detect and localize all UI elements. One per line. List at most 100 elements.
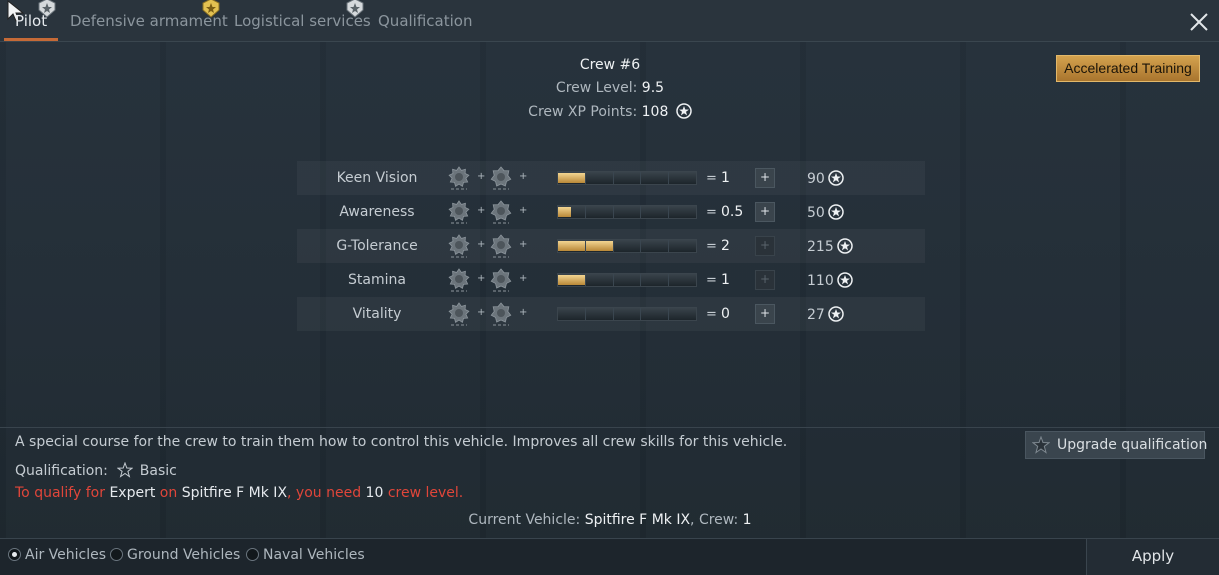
radio-air-vehicles[interactable]: Air Vehicles — [8, 547, 106, 563]
skill-progress-fill — [558, 207, 572, 217]
crew-level-value: 9.5 — [641, 80, 665, 96]
skill-progress-segment — [641, 274, 670, 286]
ace-medal-icon — [448, 302, 470, 326]
skill-row: G-Tolerance + + = 2 +215 — [297, 229, 925, 263]
skill-cost-value: 215 — [807, 239, 834, 255]
increase-skill-button[interactable]: + — [755, 304, 775, 324]
crew-xp-icon — [676, 103, 692, 119]
radio-dot — [110, 548, 123, 561]
skill-cost-value: 27 — [807, 307, 825, 323]
skill-progress-segment — [558, 274, 586, 286]
skill-progress-fill — [558, 241, 585, 251]
expert-medal-icon — [490, 302, 512, 326]
close-icon[interactable] — [1187, 10, 1211, 34]
upgrade-qualification-button[interactable]: Upgrade qualification — [1025, 431, 1208, 459]
skill-progress-segment — [585, 274, 614, 286]
skill-progress-segment — [669, 308, 696, 320]
skill-progress-segment — [641, 206, 670, 218]
tab-qualification[interactable]: Qualification — [378, 12, 472, 30]
skill-progress-segment — [641, 308, 670, 320]
crew-xp-icon — [828, 170, 844, 186]
req-text: To qualify for — [15, 485, 105, 501]
skill-cost: 110 — [807, 272, 853, 289]
ace-medal-icon — [448, 234, 470, 258]
skill-cost: 215 — [807, 238, 853, 255]
req-vehicle: Spitfire F Mk IX — [181, 485, 288, 501]
skill-row: Stamina + + = 1 +110 — [297, 263, 925, 297]
skill-progress-bar — [557, 205, 697, 219]
skill-progress-segment — [613, 206, 642, 218]
crew-xp: Crew XP Points: 108 — [430, 103, 790, 120]
ace-medal-icon — [448, 166, 470, 190]
skill-progress-segment — [669, 206, 696, 218]
ace-medal-icon — [448, 268, 470, 292]
qualification-requirement: To qualify for Expert on Spitfire F Mk I… — [15, 485, 463, 501]
skill-progress-fill — [585, 241, 613, 251]
skill-name: Awareness — [339, 204, 415, 220]
skill-progress-segment — [669, 240, 696, 252]
increase-skill-button[interactable]: + — [755, 270, 775, 290]
accelerated-training-button[interactable]: Accelerated Training — [1056, 55, 1200, 82]
req-target: Expert — [109, 485, 156, 501]
req-level: 10 — [365, 485, 384, 501]
equals-sign: = — [706, 171, 717, 186]
radio-label: Naval Vehicles — [263, 547, 365, 563]
skill-progress-segment — [558, 240, 586, 252]
radio-ground-vehicles[interactable]: Ground Vehicles — [110, 547, 240, 563]
radio-naval-vehicles[interactable]: Naval Vehicles — [246, 547, 365, 563]
skill-progress-fill — [558, 173, 585, 183]
expert-medal-icon — [490, 234, 512, 258]
tab-logistical-services[interactable]: Logistical services — [234, 12, 371, 30]
radio-dot — [246, 548, 259, 561]
crew-xp-icon — [836, 238, 853, 254]
tab-pilot[interactable]: Pilot — [15, 12, 47, 30]
increase-skill-button[interactable]: + — [755, 202, 775, 222]
upgrade-icon — [1032, 436, 1050, 454]
skill-progress-bar — [557, 239, 697, 253]
skill-progress-segment — [613, 172, 642, 184]
req-text: , you need — [287, 485, 362, 501]
active-tab-indicator — [4, 38, 58, 41]
skill-row: Vitality + + = 0 +27 — [297, 297, 925, 331]
skill-cost: 50 — [807, 204, 844, 221]
expert-medal-icon — [490, 268, 512, 292]
plus-sign: + — [519, 307, 528, 318]
radio-label: Ground Vehicles — [127, 547, 241, 563]
plus-sign: + — [519, 273, 528, 284]
current-vehicle-name: Spitfire F Mk IX — [584, 512, 691, 528]
skill-progress-segment — [558, 308, 586, 320]
skill-progress-segment — [558, 206, 586, 218]
increase-skill-button[interactable]: + — [755, 168, 775, 188]
skill-name: Stamina — [348, 272, 406, 288]
skill-value: 0 — [721, 306, 730, 322]
plus-sign: + — [519, 171, 528, 182]
plus-sign: + — [519, 205, 528, 216]
skill-row: Keen Vision + + = 1 +90 — [297, 161, 925, 195]
equals-sign: = — [706, 239, 717, 254]
crew-xp-icon — [828, 306, 844, 322]
current-vehicle: Current Vehicle: Spitfire F Mk IX, Crew:… — [400, 512, 820, 528]
plus-sign: + — [519, 239, 528, 250]
qualification-star-icon — [117, 462, 134, 478]
skill-cost-value: 90 — [807, 171, 825, 187]
skills-table: Keen Vision + + = 1 +90 Awareness + + = 0.5 +50 G-To… — [297, 161, 925, 331]
expert-medal-icon — [490, 166, 512, 190]
increase-skill-button[interactable]: + — [755, 236, 775, 256]
req-text: on — [159, 485, 178, 501]
equals-sign: = — [706, 307, 717, 322]
tab-bar: Pilot Defensive armament Logistical serv… — [0, 0, 1219, 42]
tab-defensive-armament[interactable]: Defensive armament — [70, 12, 228, 30]
skill-progress-bar — [557, 171, 697, 185]
plus-sign: + — [477, 171, 486, 182]
skill-value: 2 — [721, 238, 730, 254]
ace-medal-icon — [448, 200, 470, 224]
qualification-value: Basic — [139, 463, 177, 479]
skill-progress-bar — [557, 307, 697, 321]
expert-medal-icon — [490, 200, 512, 224]
upgrade-qualification-label: Upgrade qualification — [1057, 437, 1208, 453]
plus-sign: + — [477, 239, 486, 250]
plus-sign: + — [477, 307, 486, 318]
apply-button[interactable]: Apply — [1086, 539, 1219, 575]
skill-progress-segment — [613, 240, 642, 252]
qualification-status: Qualification: Basic — [15, 462, 177, 479]
